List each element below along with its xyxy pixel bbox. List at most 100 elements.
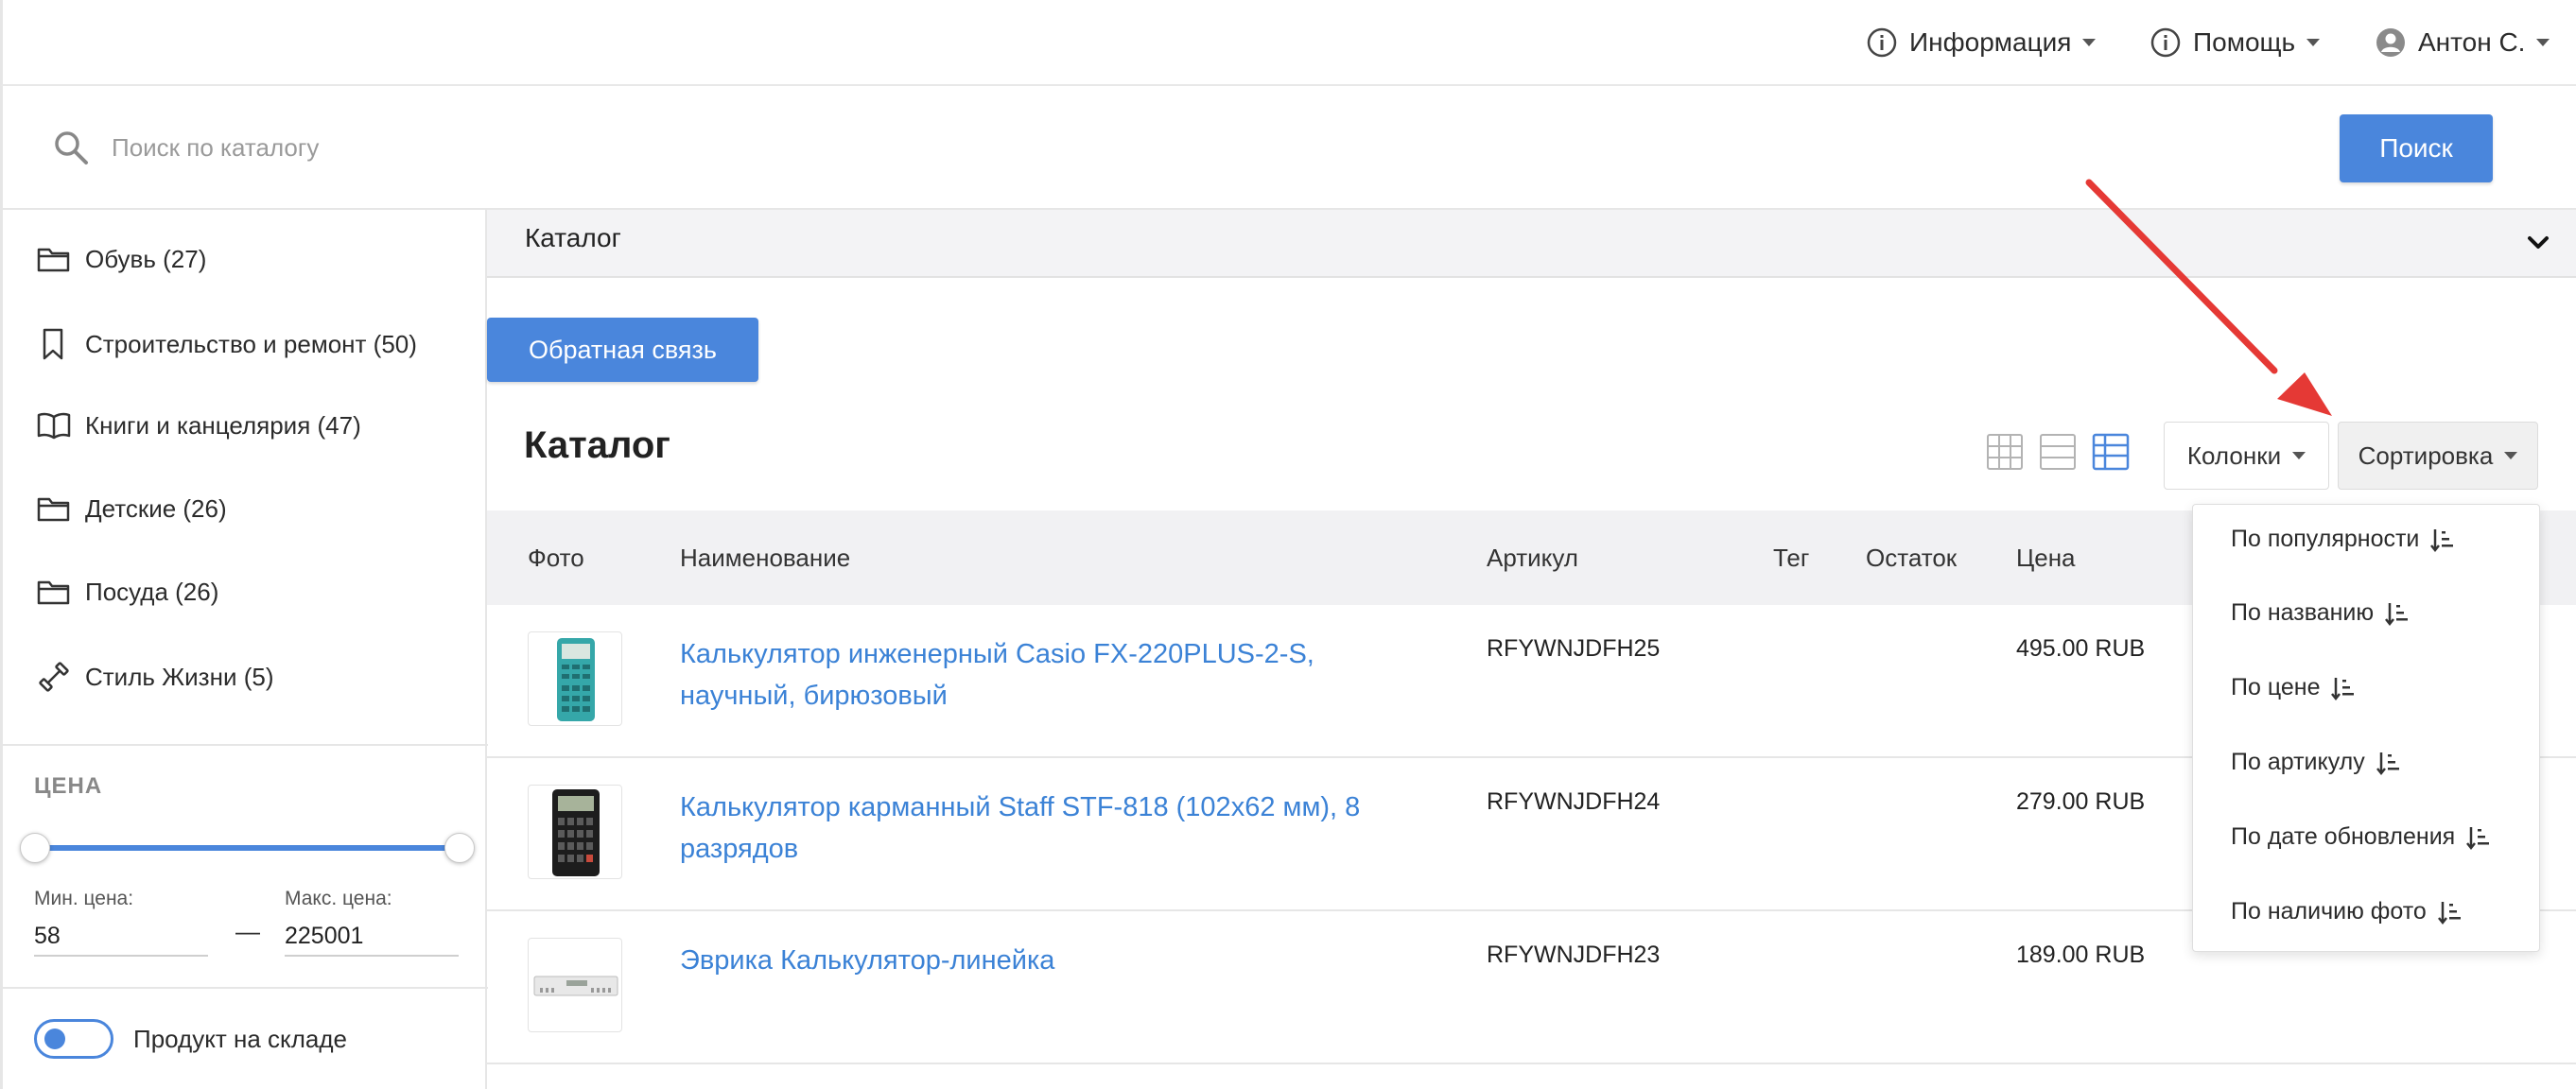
sidebar-category-dishes[interactable]: Посуда (26) <box>36 577 218 607</box>
price-slider-min-handle[interactable] <box>20 833 50 863</box>
dumbbell-icon <box>39 662 69 692</box>
sort-option-price[interactable]: По цене <box>2231 674 2356 701</box>
sidebar-category-kids[interactable]: Детские (26) <box>36 493 227 524</box>
column-header-stock[interactable]: Остаток <box>1866 544 1957 573</box>
columns-button-label: Колонки <box>2186 441 2282 470</box>
min-price-label: Мин. цена: <box>34 888 134 909</box>
sidebar-category-books[interactable]: Книги и канцелярия (47) <box>36 410 361 441</box>
page-title: Каталог <box>524 424 670 466</box>
sidebar-category-construction[interactable]: Строительство и ремонт (50) <box>36 327 417 361</box>
chevron-down-icon <box>2292 452 2306 459</box>
columns-button[interactable]: Колонки <box>2164 422 2329 490</box>
product-name-link[interactable]: Калькулятор карманный Staff STF-818 (102… <box>680 786 1418 870</box>
sort-button[interactable]: Сортировка <box>2338 422 2538 490</box>
help-menu[interactable]: Помощь <box>2150 26 2321 59</box>
sort-option-has-photo[interactable]: По наличию фото <box>2231 898 2463 925</box>
info-icon <box>1867 27 1897 58</box>
sidebar-category-label: Посуда (26) <box>85 577 219 606</box>
info-menu-label: Информация <box>1909 27 2072 57</box>
sidebar-category-label: Книги и канцелярия (47) <box>85 410 361 440</box>
sort-option-name[interactable]: По названию <box>2231 599 2410 627</box>
user-avatar-icon <box>2376 28 2405 57</box>
product-price: 495.00 RUB <box>2016 635 2146 662</box>
sidebar-divider <box>3 744 488 746</box>
sort-option-label: По популярности <box>2231 526 2420 552</box>
sort-option-label: По названию <box>2231 599 2375 626</box>
price-filter-title: ЦЕНА <box>34 773 103 799</box>
sort-option-update-date[interactable]: По дате обновления <box>2231 823 2491 851</box>
sort-option-sku[interactable]: По артикулу <box>2231 749 2401 776</box>
sort-ascending-icon <box>2376 752 2399 775</box>
column-header-photo[interactable]: Фото <box>528 544 584 573</box>
sort-dropdown-menu: По популярности По названию По цене По а… <box>2192 504 2540 952</box>
product-name-link[interactable]: Эврика Калькулятор-линейка <box>680 940 1418 981</box>
in-stock-label: Продукт на складе <box>133 1025 347 1053</box>
sort-option-label: По наличию фото <box>2231 898 2427 925</box>
sidebar-category-lifestyle[interactable]: Стиль Жизни (5) <box>36 660 273 694</box>
chevron-down-icon <box>2306 39 2321 46</box>
product-price: 189.00 RUB <box>2016 942 2146 968</box>
column-header-price[interactable]: Цена <box>2016 544 2076 573</box>
sidebar-category-label: Обувь (27) <box>85 244 207 273</box>
product-sku: RFYWNJDFH25 <box>1487 635 1661 662</box>
help-menu-label: Помощь <box>2193 27 2296 57</box>
price-slider-track[interactable] <box>34 845 460 851</box>
product-thumbnail[interactable] <box>528 785 622 879</box>
sort-ascending-icon <box>2466 826 2490 850</box>
sidebar-divider <box>3 987 488 989</box>
user-menu[interactable]: Антон С. <box>2375 26 2550 59</box>
grid-view-icon[interactable] <box>1986 433 2024 471</box>
toggle-knob <box>44 1028 65 1049</box>
column-header-tag[interactable]: Тег <box>1773 544 1809 573</box>
sort-ascending-icon <box>2437 901 2461 925</box>
sort-option-label: По артикулу <box>2231 749 2365 775</box>
feedback-button[interactable]: Обратная связь <box>487 318 758 382</box>
sidebar-category-label: Стиль Жизни (5) <box>85 662 274 691</box>
sidebar: Обувь (27) Строительство и ремонт (50) К… <box>0 210 488 1089</box>
folder-icon <box>37 497 70 522</box>
chevron-down-icon <box>2504 452 2518 459</box>
max-price-input[interactable] <box>285 917 459 957</box>
product-name-link[interactable]: Калькулятор инженерный Casio FX-220PLUS-… <box>680 633 1418 717</box>
min-price-input[interactable] <box>34 917 208 957</box>
product-sku: RFYWNJDFH24 <box>1487 788 1661 815</box>
column-header-sku[interactable]: Артикул <box>1487 544 1578 573</box>
search-bar: Поиск <box>0 86 2576 210</box>
book-icon <box>37 412 71 440</box>
in-stock-toggle[interactable] <box>34 1019 113 1059</box>
sidebar-category-label: Строительство и ремонт (50) <box>85 329 417 358</box>
price-slider-max-handle[interactable] <box>444 833 475 863</box>
sort-ascending-icon <box>2430 528 2454 552</box>
list-view-icon[interactable] <box>2039 433 2077 471</box>
folder-icon <box>37 580 70 605</box>
product-thumbnail[interactable] <box>528 938 622 1032</box>
table-view-icon[interactable] <box>2092 433 2130 471</box>
price-range-dash: — <box>235 917 260 945</box>
sidebar-category-shoes[interactable]: Обувь (27) <box>36 244 206 274</box>
catalog-accordion-header[interactable]: Каталог <box>487 210 2576 278</box>
sort-option-popularity[interactable]: По популярности <box>2231 526 2455 553</box>
sidebar-category-label: Детские (26) <box>85 493 227 523</box>
chevron-down-icon <box>2082 39 2097 46</box>
ruler-calculator-image-icon <box>533 976 618 996</box>
chevron-down-icon <box>2536 39 2550 46</box>
info-menu[interactable]: Информация <box>1866 26 2097 59</box>
search-input[interactable] <box>112 124 2287 171</box>
catalog-accordion-title: Каталог <box>525 223 621 252</box>
product-sku: RFYWNJDFH23 <box>1487 942 1661 968</box>
product-price: 279.00 RUB <box>2016 788 2146 815</box>
product-thumbnail[interactable] <box>528 631 622 726</box>
sort-button-label: Сортировка <box>2358 441 2494 470</box>
chevron-down-icon <box>2528 236 2549 249</box>
info-icon <box>2150 27 2181 58</box>
sort-ascending-icon <box>2331 677 2355 700</box>
sort-ascending-icon <box>2385 602 2409 626</box>
search-icon <box>55 131 88 164</box>
bookmark-icon <box>43 328 63 360</box>
top-bar: Информация Помощь Антон С. <box>0 0 2576 86</box>
search-button[interactable]: Поиск <box>2340 114 2493 182</box>
user-menu-label: Антон С. <box>2418 27 2526 57</box>
column-header-name[interactable]: Наименование <box>680 544 850 573</box>
max-price-label: Макс. цена: <box>285 888 392 909</box>
sort-option-label: По цене <box>2231 674 2321 700</box>
